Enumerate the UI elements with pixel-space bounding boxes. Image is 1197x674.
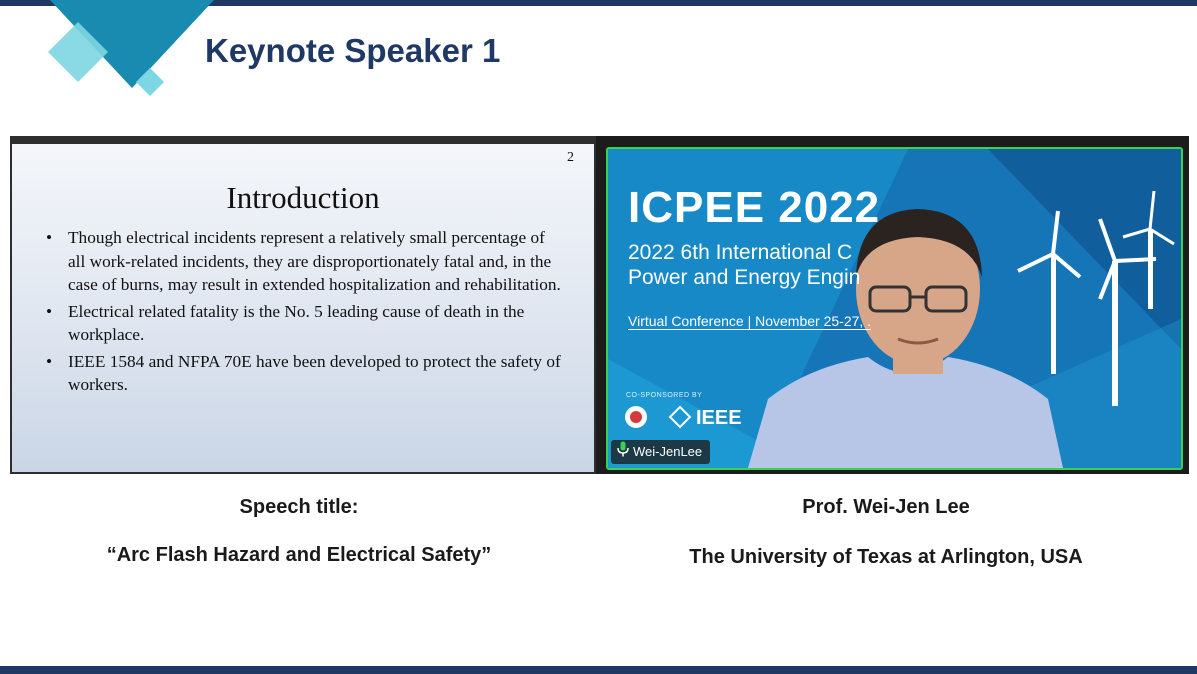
backdrop-title: ICPEE 2022 bbox=[628, 183, 881, 232]
slide-bullet: Electrical related fatality is the No. 5… bbox=[46, 300, 566, 347]
slide-bullet: Though electrical incidents represent a … bbox=[46, 226, 566, 297]
backdrop-cosponsor-label: CO-SPONSORED BY bbox=[626, 392, 703, 399]
speaker-affiliation: The University of Texas at Arlington, US… bbox=[689, 546, 1083, 568]
microphone-icon bbox=[617, 441, 629, 465]
backdrop-virtual-line: Virtual Conference | November 25-27, . bbox=[628, 313, 872, 330]
participant-name-tag: Wei-JenLee bbox=[611, 440, 711, 465]
speech-title-label: Speech title: bbox=[239, 496, 359, 518]
speaker-name: Prof. Wei-Jen Lee bbox=[802, 496, 970, 518]
video-panel: ICPEE 2022 2022 6th International C Powe… bbox=[596, 136, 1189, 474]
presentation-slide: 2 Introduction Though electrical inciden… bbox=[12, 144, 594, 472]
shared-screen-panel: 2 Introduction Though electrical inciden… bbox=[10, 136, 596, 474]
page-title: Keynote Speaker 1 bbox=[205, 32, 501, 69]
speech-title: “Arc Flash Hazard and Electrical Safety” bbox=[106, 544, 492, 566]
bottom-accent-bar bbox=[0, 666, 1197, 674]
backdrop-subtitle-line1: 2022 6th International C bbox=[628, 241, 853, 264]
ieee-logo-text: IEEE bbox=[696, 407, 742, 429]
backdrop-subtitle-line2: Power and Energy Engin bbox=[628, 266, 861, 289]
slide-page-number: 2 bbox=[567, 150, 574, 165]
slide-bullet: IEEE 1584 and NFPA 70E have been develop… bbox=[46, 350, 566, 397]
speaker-video-tile[interactable]: ICPEE 2022 2022 6th International C Powe… bbox=[606, 147, 1183, 470]
slide-heading: Introduction bbox=[226, 180, 380, 215]
participant-name: Wei-JenLee bbox=[633, 444, 703, 459]
slide-bullet-list: Though electrical incidents represent a … bbox=[46, 226, 566, 400]
diamond-logo-icon bbox=[48, 0, 214, 96]
